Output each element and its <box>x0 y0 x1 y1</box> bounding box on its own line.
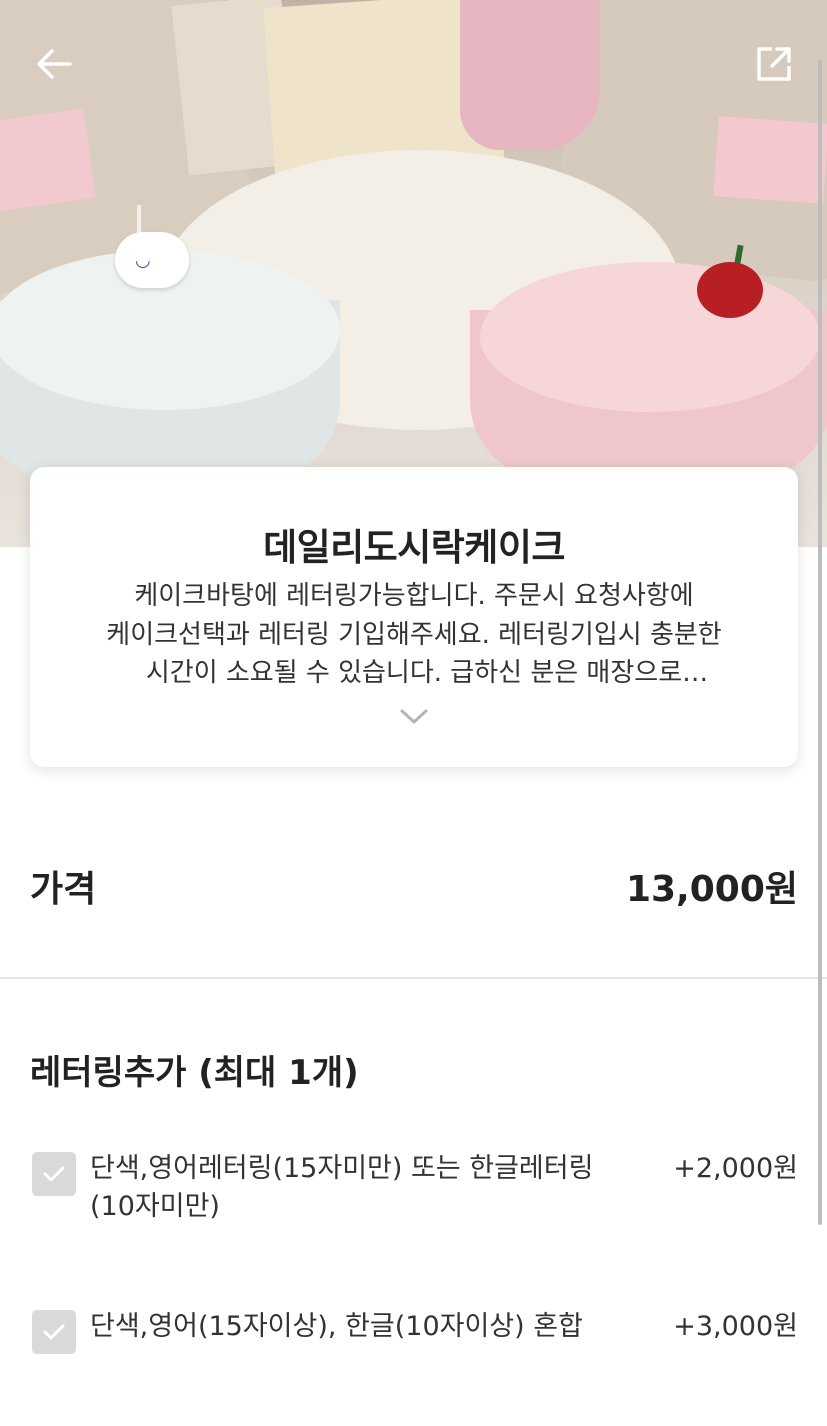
chevron-down-icon <box>400 709 428 724</box>
price-row: 가격 13,000원 <box>30 850 798 914</box>
product-title: 데일리도시락케이크 <box>263 526 565 569</box>
option-label: 단색,영어(15자이상), 한글(10자이상) 혼합 <box>90 1311 583 1342</box>
option-item-lettering-basic[interactable]: 단색,영어레터링(15자미만) 또는 한글레터링(10자미만) +2,000원 <box>30 1150 798 1240</box>
price-value: 13,000원 <box>625 869 798 910</box>
pink-cake <box>480 262 820 412</box>
cherry-candle <box>697 262 763 318</box>
box-label-right <box>713 116 827 204</box>
option-price: +2,000원 <box>673 1153 798 1184</box>
box-label-left <box>0 108 96 212</box>
product-image: ◡ <box>0 0 827 547</box>
option-group-title: 레터링추가 (최대 1개) <box>30 1053 359 1093</box>
section-divider <box>0 977 827 979</box>
smile-face-icon: ◡ <box>135 250 151 271</box>
arrow-left-icon <box>37 49 72 79</box>
share-button[interactable] <box>750 40 798 88</box>
strawberry-cake-poster <box>460 0 600 150</box>
expand-description-button[interactable] <box>396 703 432 731</box>
product-description: 케이크바탕에 레터링가능합니다. 주문시 요청사항에 케이크선택과 레터링 기입… <box>106 581 722 688</box>
option-label: 단색,영어레터링(15자미만) 또는 한글레터링(10자미만) <box>90 1153 594 1222</box>
check-icon <box>43 1324 65 1340</box>
option-checkbox[interactable] <box>32 1310 76 1354</box>
option-price: +3,000원 <box>673 1311 798 1342</box>
price-label: 가격 <box>30 869 97 910</box>
check-icon <box>43 1166 65 1182</box>
share-external-icon <box>757 47 791 81</box>
option-checkbox[interactable] <box>32 1152 76 1196</box>
product-info-card: 데일리도시락케이크 케이크바탕에 레터링가능합니다. 주문시 요청사항에 케이크… <box>30 467 798 767</box>
scrollbar[interactable] <box>818 60 822 1225</box>
option-item-lettering-mixed[interactable]: 단색,영어(15자이상), 한글(10자이상) 혼합 +3,000원 <box>30 1308 798 1368</box>
back-button[interactable] <box>30 40 78 88</box>
